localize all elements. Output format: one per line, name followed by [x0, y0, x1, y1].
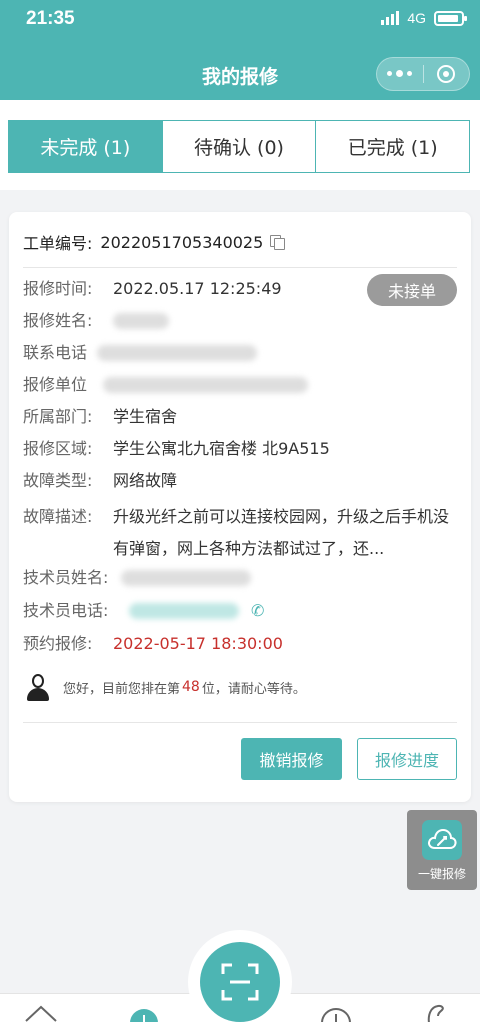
signal-icon	[381, 11, 400, 25]
tab-incomplete[interactable]: 未完成 (1)	[9, 121, 162, 172]
status-indicators: 4G	[381, 10, 467, 26]
field-department: 所属部门: 学生宿舍	[23, 401, 457, 433]
field-label: 所属部门:	[23, 407, 93, 426]
queue-position: 48	[182, 679, 200, 695]
field-value: 2022-05-17 18:30:00	[113, 634, 283, 653]
top-bar: 21:35 4G 我的报修	[0, 0, 480, 100]
tab-completed[interactable]: 已完成 (1)	[315, 121, 470, 172]
blurred-value	[121, 570, 251, 586]
field-label: 报修时间:	[23, 279, 93, 298]
scan-button[interactable]	[200, 942, 280, 1022]
repair-order-card[interactable]: 工单编号: 2022051705340025 未接单 报修时间: 2022.05…	[9, 212, 471, 802]
field-fault-type: 故障类型: 网络故障	[23, 465, 457, 497]
field-label: 技术员姓名:	[23, 568, 109, 587]
field-repair-unit: 报修单位:	[23, 369, 457, 401]
field-label: 报修姓名:	[23, 311, 93, 330]
field-label: 报修单位:	[23, 375, 87, 394]
one-click-repair-label: 一键报修	[417, 867, 466, 881]
field-value: 网络故障	[113, 471, 178, 490]
field-label: 故障描述:	[23, 507, 93, 526]
field-value: 学生公寓北九宿舍楼 北9A515	[113, 439, 330, 458]
queue-suffix: 位，请耐心等待。	[201, 681, 306, 697]
field-technician-name: 技术员姓名:	[23, 562, 457, 594]
order-number-label: 工单编号:	[23, 234, 93, 253]
blurred-value	[103, 377, 308, 393]
status-time: 21:35	[26, 8, 75, 29]
field-value: 升级光纤之前可以连接校园网，升级之后手机没有弹窗，网上各种方法都试过了，还...	[113, 507, 450, 558]
copy-icon[interactable]	[269, 233, 287, 251]
tabs-container: 未完成 (1) 待确认 (0) 已完成 (1)	[0, 100, 480, 190]
field-technician-phone: 技术员电话: ✆	[23, 595, 457, 627]
close-circle-icon[interactable]	[423, 65, 469, 83]
field-label: 技术员电话:	[23, 601, 109, 620]
more-icon[interactable]	[377, 70, 423, 77]
status-tabs: 未完成 (1) 待确认 (0) 已完成 (1)	[8, 120, 470, 173]
order-number: 2022051705340025	[100, 232, 264, 252]
blurred-value	[97, 345, 257, 361]
phone-icon[interactable]: ✆	[251, 595, 264, 627]
queue-prefix: 您好，目前您排在第	[63, 681, 181, 697]
user-avatar-icon	[25, 672, 51, 702]
field-label: 预约报修:	[23, 634, 93, 653]
order-number-row: 工单编号: 2022051705340025	[23, 230, 287, 254]
divider	[23, 722, 457, 723]
field-repair-area: 报修区域: 学生公寓北九宿舍楼 北9A515	[23, 433, 457, 465]
profile-icon[interactable]	[424, 1004, 448, 1022]
repair-progress-button[interactable]: 报修进度	[357, 738, 457, 780]
info-icon[interactable]	[320, 1008, 352, 1022]
field-fault-description: 故障描述: 升级光纤之前可以连接校园网，升级之后手机没有弹窗，网上各种方法都试过…	[23, 501, 457, 565]
field-repair-name: 报修姓名:	[23, 305, 457, 337]
field-label: 报修区域:	[23, 439, 93, 458]
cancel-repair-button[interactable]: 撤销报修	[241, 738, 342, 780]
scan-icon	[221, 963, 259, 1001]
field-appointment: 预约报修: 2022-05-17 18:30:00	[23, 628, 457, 660]
cloud-repair-icon	[422, 820, 462, 860]
field-label: 联系电话:	[23, 343, 87, 362]
mini-program-capsule	[376, 57, 470, 91]
home-icon[interactable]	[24, 1004, 58, 1022]
queue-notice: 您好，目前您排在第 48 位，请耐心等待。	[25, 672, 306, 702]
field-repair-time: 报修时间: 2022.05.17 12:25:49	[23, 273, 457, 305]
field-value: 2022.05.17 12:25:49	[113, 279, 282, 298]
network-type: 4G	[407, 10, 426, 26]
battery-icon	[434, 10, 467, 26]
blurred-value	[129, 603, 239, 619]
blurred-value	[113, 313, 169, 329]
tab-pending-confirm[interactable]: 待确认 (0)	[161, 121, 316, 172]
one-click-repair-button[interactable]: 一键报修	[407, 810, 477, 890]
field-value: 学生宿舍	[113, 407, 178, 426]
field-contact-phone: 联系电话:	[23, 337, 457, 369]
divider	[23, 267, 457, 268]
add-icon[interactable]	[128, 1009, 160, 1022]
field-label: 故障类型:	[23, 471, 93, 490]
